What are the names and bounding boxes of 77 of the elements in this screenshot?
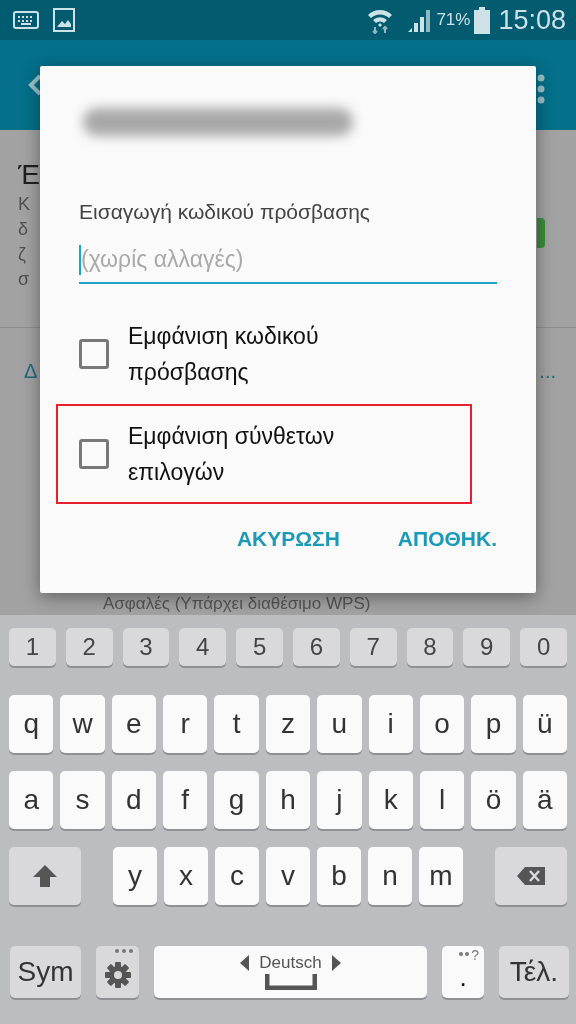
letter-key[interactable]: z bbox=[265, 695, 311, 753]
letter-key[interactable]: l bbox=[419, 771, 465, 829]
letter-key[interactable]: h bbox=[265, 771, 311, 829]
letter-key[interactable]: k bbox=[368, 771, 413, 829]
network-status-text: Ασφαλές (Υπάρχει διαθέσιμο WPS) bbox=[103, 594, 371, 614]
letter-key[interactable]: w bbox=[60, 695, 105, 753]
shift-key[interactable] bbox=[9, 847, 81, 905]
image-icon bbox=[53, 8, 75, 32]
heading-text: Έ bbox=[18, 158, 40, 192]
checkbox[interactable] bbox=[79, 439, 109, 469]
settings-key[interactable] bbox=[96, 946, 139, 998]
number-key[interactable]: 3 bbox=[122, 628, 170, 666]
letter-key[interactable]: ö bbox=[471, 771, 516, 829]
shift-arrow-icon bbox=[32, 863, 58, 889]
period-key[interactable]: ? . bbox=[442, 946, 484, 998]
description-text: δ bbox=[18, 218, 29, 241]
number-key[interactable]: 1 bbox=[9, 628, 56, 666]
number-key[interactable]: 2 bbox=[65, 628, 113, 666]
description-text: σ bbox=[18, 268, 30, 291]
language-label: Deutsch bbox=[259, 954, 322, 972]
description-text: Κ bbox=[18, 193, 30, 216]
checkbox[interactable] bbox=[79, 339, 109, 369]
letter-key[interactable]: i bbox=[368, 695, 413, 753]
letter-key[interactable]: u bbox=[317, 695, 362, 753]
number-key[interactable]: 7 bbox=[349, 628, 397, 666]
letter-key[interactable]: ä bbox=[522, 771, 567, 829]
number-key[interactable]: 0 bbox=[520, 628, 567, 666]
dots-icon bbox=[459, 952, 469, 956]
done-key[interactable]: Τέλ. bbox=[499, 946, 569, 998]
battery-percentage: 71% bbox=[436, 10, 471, 30]
letter-key[interactable]: p bbox=[471, 695, 516, 753]
number-key[interactable]: 6 bbox=[293, 628, 340, 666]
description-text: ζ bbox=[18, 243, 26, 266]
letter-key[interactable]: s bbox=[60, 771, 105, 829]
letter-key[interactable]: q bbox=[9, 695, 54, 753]
toggle-switch[interactable] bbox=[537, 218, 545, 248]
letter-key[interactable]: o bbox=[419, 695, 465, 753]
letter-key[interactable]: e bbox=[111, 695, 157, 753]
password-label: Εισαγωγή κωδικού πρόσβασης bbox=[79, 199, 370, 225]
letter-key[interactable]: v bbox=[266, 847, 310, 905]
keyboard-icon bbox=[13, 10, 39, 30]
more-options-icon[interactable] bbox=[537, 74, 545, 104]
backspace-key[interactable] bbox=[495, 847, 567, 905]
letter-key[interactable]: b bbox=[317, 847, 361, 905]
left-triangle-icon bbox=[240, 955, 250, 971]
symbols-key[interactable]: Sym bbox=[10, 946, 81, 998]
letter-key[interactable]: ü bbox=[522, 695, 567, 753]
space-key[interactable]: Deutsch bbox=[154, 946, 427, 998]
signal-icon bbox=[406, 7, 433, 33]
backspace-icon bbox=[516, 866, 546, 886]
gear-icon bbox=[103, 961, 132, 989]
battery-icon bbox=[474, 6, 491, 34]
letter-key[interactable]: f bbox=[163, 771, 208, 829]
letter-key[interactable]: t bbox=[214, 695, 259, 753]
checkbox-label[interactable]: Εμφάνιση σύνθετων επιλογών bbox=[128, 418, 418, 490]
letter-key[interactable]: r bbox=[163, 695, 208, 753]
section-more-text: ... bbox=[539, 359, 556, 384]
number-key[interactable]: 8 bbox=[406, 628, 454, 666]
number-key[interactable]: 5 bbox=[236, 628, 283, 666]
password-field[interactable]: (χωρίς αλλαγές) bbox=[79, 238, 497, 284]
letter-key[interactable]: y bbox=[113, 847, 157, 905]
dots-icon bbox=[115, 949, 133, 953]
section-heading: Δ bbox=[24, 359, 38, 384]
letter-key[interactable]: g bbox=[214, 771, 259, 829]
number-key[interactable]: 4 bbox=[179, 628, 227, 666]
letter-key[interactable]: d bbox=[111, 771, 157, 829]
letter-key[interactable]: m bbox=[419, 847, 463, 905]
letter-key[interactable]: n bbox=[368, 847, 412, 905]
space-bar-icon bbox=[264, 974, 317, 990]
letter-key[interactable]: a bbox=[9, 771, 54, 829]
letter-key[interactable]: c bbox=[215, 847, 259, 905]
clock-time: 15:08 bbox=[498, 4, 566, 36]
letter-key[interactable]: x bbox=[164, 847, 208, 905]
number-key[interactable]: 9 bbox=[463, 628, 511, 666]
letter-key[interactable]: j bbox=[317, 771, 362, 829]
checkbox-label[interactable]: Εμφάνιση κωδικού πρόσβασης bbox=[128, 318, 418, 390]
right-triangle-icon bbox=[331, 955, 341, 971]
